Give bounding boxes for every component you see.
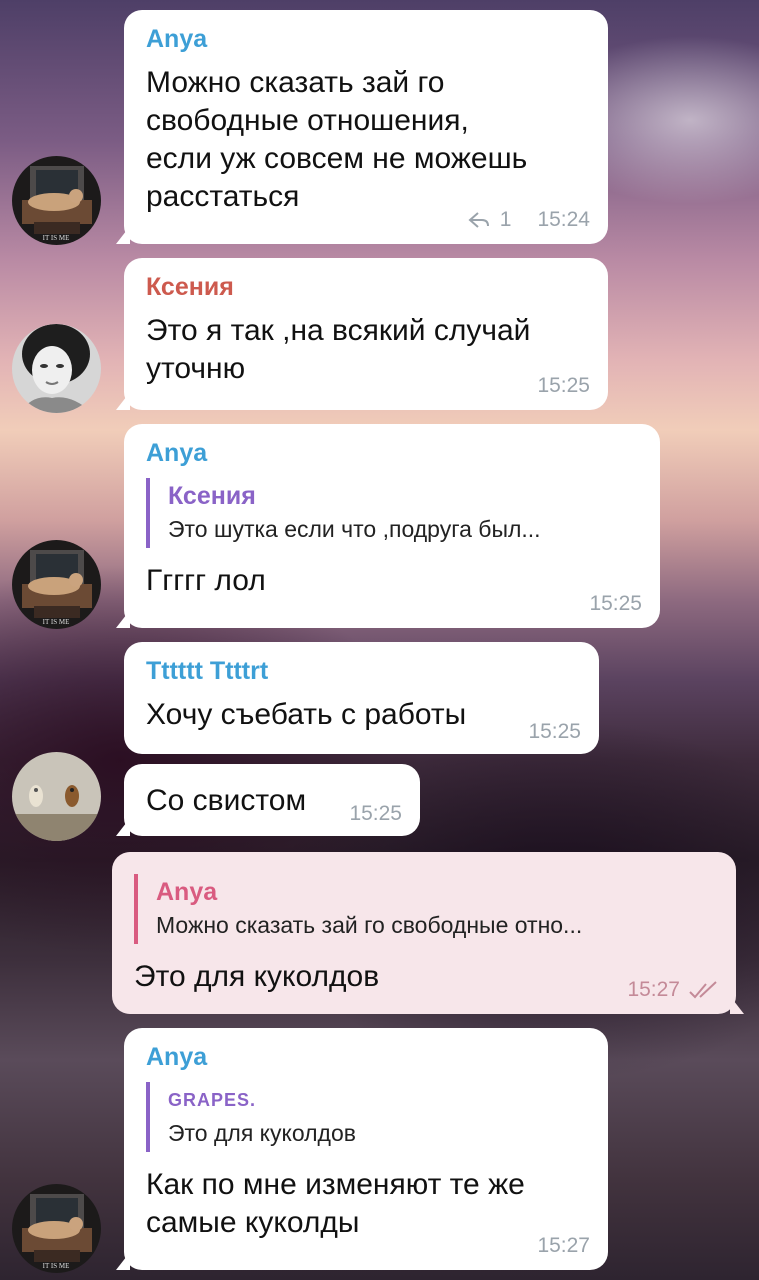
sender-name[interactable]: Ксения — [146, 272, 588, 302]
message-meta: 15:25 — [349, 802, 402, 826]
message-meta: 15:27 — [537, 1234, 590, 1258]
bubble-tail — [730, 996, 744, 1014]
bubble-tail — [116, 610, 130, 628]
bubble-tail — [116, 818, 130, 836]
message-bubble[interactable]: Tttttt Ttttrt Хочу съебать с работы 15:2… — [124, 642, 599, 754]
message-bubble[interactable]: Anya Ксения Это шутка если что ,подруга … — [116, 424, 660, 628]
outgoing-message-bubble[interactable]: Anya Можно сказать зай го свободные отно… — [112, 852, 744, 1014]
sender-name[interactable]: Tttttt Ttttrt — [146, 656, 579, 686]
cat-photo-avatar[interactable]: IT IS ME — [12, 540, 101, 629]
girl-photo-avatar[interactable] — [12, 324, 101, 413]
message-bubble[interactable]: Anya Можно сказать зай го свободные отно… — [116, 10, 608, 244]
svg-text:IT IS ME: IT IS ME — [43, 618, 70, 626]
message-text: Хочу съебать с работы — [146, 698, 467, 731]
double-check-icon — [689, 981, 717, 999]
message-meta: 1 15:24 — [468, 208, 590, 232]
reply-icon[interactable] — [468, 210, 492, 230]
message-bubble[interactable]: Anya GRAPES. Это для куколдов Как по мне… — [116, 1028, 608, 1270]
reply-text: Это шутка если что ,подруга был... — [168, 516, 541, 542]
message-time: 15:25 — [589, 592, 642, 615]
bubble-tail — [116, 392, 130, 410]
reply-preview[interactable]: Ксения Это шутка если что ,подруга был..… — [146, 478, 640, 548]
sender-name[interactable]: Anya — [146, 24, 588, 54]
sender-name[interactable]: Anya — [146, 1042, 588, 1072]
message-meta: 15:25 — [537, 374, 590, 398]
reply-sender: Ксения — [168, 482, 256, 510]
bubble-tail — [116, 1252, 130, 1270]
message-text: Как по мне изменяют те же самые куколды — [146, 1168, 525, 1239]
reply-preview[interactable]: GRAPES. Это для куколдов — [146, 1082, 588, 1152]
reply-sender: Anya — [156, 878, 218, 906]
message-time: 15:24 — [537, 208, 590, 231]
reply-count[interactable]: 1 — [500, 208, 512, 232]
reply-text: Это для куколдов — [168, 1120, 356, 1146]
sender-name[interactable]: Anya — [146, 438, 640, 468]
message-time: 15:25 — [537, 374, 590, 397]
cat-photo-avatar[interactable]: IT IS ME — [12, 156, 101, 245]
owls-photo-avatar[interactable] — [12, 752, 101, 841]
message-time: 15:25 — [349, 802, 402, 825]
message-bubble[interactable]: Со свистом 15:25 — [116, 764, 420, 836]
reply-preview[interactable]: Anya Можно сказать зай го свободные отно… — [134, 874, 716, 944]
message-time: 15:27 — [627, 978, 680, 1001]
reply-text: Можно сказать зай го свободные отно... — [156, 912, 583, 938]
message-time: 15:27 — [537, 1234, 590, 1257]
svg-text:IT IS ME: IT IS ME — [43, 1262, 70, 1270]
message-time: 15:25 — [528, 720, 581, 743]
svg-text:IT IS ME: IT IS ME — [43, 234, 70, 242]
message-meta: 15:25 — [528, 720, 581, 744]
message-text: Это я так ,на всякий случай уточню — [146, 314, 531, 385]
message-text: Можно сказать зай го свободные отношения… — [146, 66, 528, 213]
message-meta: 15:27 — [627, 978, 718, 1002]
cat-photo-avatar[interactable]: IT IS ME — [12, 1184, 101, 1273]
message-meta: 15:25 — [589, 592, 642, 616]
bubble-tail — [116, 226, 130, 244]
message-bubble[interactable]: Ксения Это я так ,на всякий случай уточн… — [116, 258, 608, 410]
message-text: Ггггг лол — [146, 564, 266, 597]
reply-sender: GRAPES. — [168, 1090, 257, 1110]
